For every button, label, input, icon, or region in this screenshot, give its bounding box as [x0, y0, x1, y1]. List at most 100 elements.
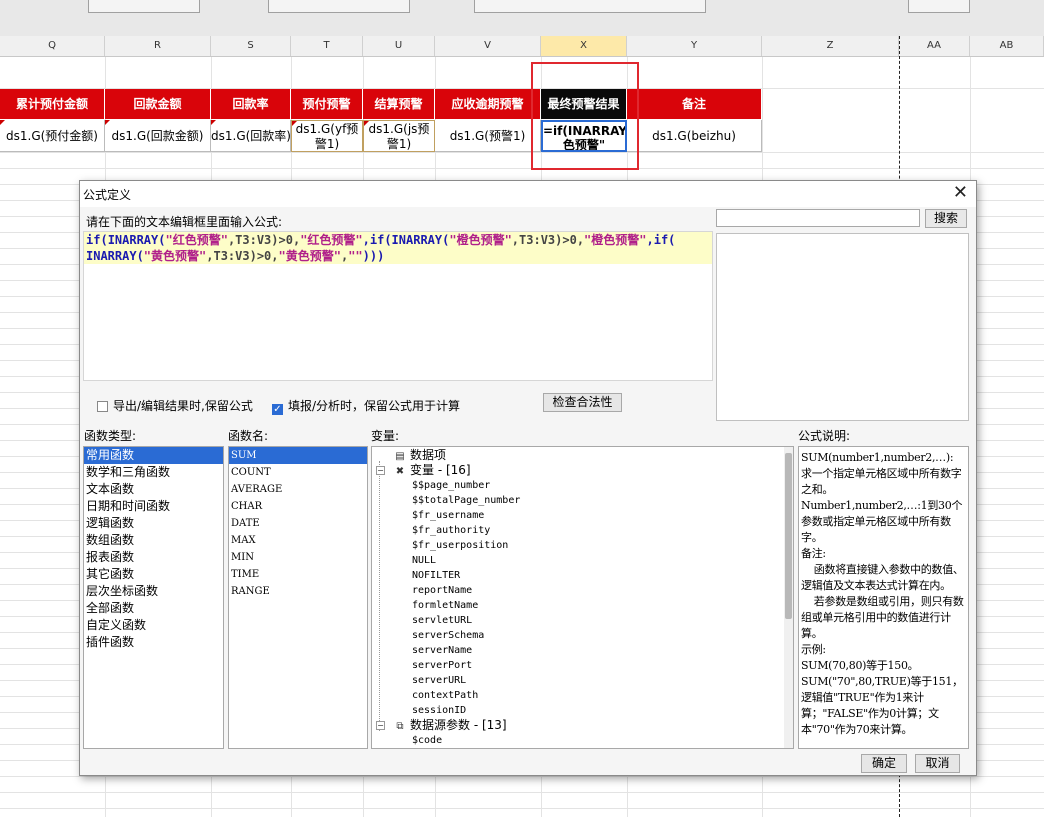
- dialog-title: 公式定义: [83, 188, 132, 202]
- cancel-button[interactable]: 取消: [915, 754, 960, 773]
- tree-item[interactable]: $code: [372, 733, 793, 748]
- formula-line: INARRAY("黄色预警",T3:V3)>0,"黄色预警",""))): [84, 248, 712, 264]
- list-item[interactable]: MIN: [229, 549, 367, 566]
- header-cell[interactable]: 应收逾期预警: [435, 89, 541, 119]
- func-name-list[interactable]: SUM COUNT AVERAGE CHAR DATE MAX MIN TIME…: [228, 446, 368, 749]
- ok-button[interactable]: 确定: [861, 754, 907, 773]
- tree-item[interactable]: servletURL: [372, 613, 793, 628]
- header-cell[interactable]: 累计预付金额: [0, 89, 105, 119]
- header-cell[interactable]: 回款金额: [105, 89, 211, 119]
- tree-item[interactable]: reportName: [372, 583, 793, 598]
- list-item[interactable]: 逻辑函数: [84, 515, 223, 532]
- header-cell[interactable]: 预付预警: [291, 89, 363, 119]
- search-results-panel[interactable]: [716, 233, 969, 421]
- list-item[interactable]: 全部函数: [84, 600, 223, 617]
- table-icon: ▤: [395, 451, 405, 462]
- parameter-icon: ⧉: [396, 721, 404, 732]
- tree-item[interactable]: serverPort: [372, 658, 793, 673]
- data-cell[interactable]: ds1.G(回款金额): [105, 120, 211, 152]
- list-item[interactable]: 层次坐标函数: [84, 583, 223, 600]
- column-header[interactable]: Q: [0, 36, 105, 56]
- fill-keep-formula-checkbox[interactable]: ✓ 填报/分析时，保留公式用于计算: [272, 397, 460, 415]
- func-name-label: 函数名:: [228, 429, 269, 443]
- tree-item[interactable]: $fr_username: [372, 508, 793, 523]
- tree-item[interactable]: serverName: [372, 643, 793, 658]
- tree-item[interactable]: NOFILTER: [372, 568, 793, 583]
- collapse-icon[interactable]: −: [376, 721, 385, 730]
- collapse-icon[interactable]: −: [376, 466, 385, 475]
- data-cell[interactable]: ds1.G(预付金额): [0, 120, 105, 152]
- list-item[interactable]: TIME: [229, 566, 367, 583]
- tree-item[interactable]: sessionID: [372, 703, 793, 718]
- toolbar-control[interactable]: [474, 0, 706, 13]
- list-item[interactable]: 数组函数: [84, 532, 223, 549]
- search-button[interactable]: 搜索: [925, 209, 967, 228]
- tree-item[interactable]: serverSchema: [372, 628, 793, 643]
- tree-item[interactable]: NULL: [372, 553, 793, 568]
- list-item[interactable]: COUNT: [229, 464, 367, 481]
- toolbar: [0, 0, 1044, 37]
- data-cell[interactable]: ds1.G(回款率): [211, 120, 291, 152]
- tree-item[interactable]: contextPath: [372, 688, 793, 703]
- header-cell[interactable]: 回款率: [211, 89, 291, 119]
- column-header[interactable]: S: [211, 36, 291, 56]
- list-item[interactable]: 其它函数: [84, 566, 223, 583]
- validate-button[interactable]: 检查合法性: [543, 393, 622, 412]
- tree-item-data-item[interactable]: ▤ 数据项: [372, 448, 793, 463]
- tree-item[interactable]: $fr_authority: [372, 523, 793, 538]
- column-header[interactable]: R: [105, 36, 211, 56]
- variables-scrollbar[interactable]: [784, 447, 793, 748]
- list-item[interactable]: 数学和三角函数: [84, 464, 223, 481]
- scrollbar-thumb[interactable]: [785, 453, 792, 619]
- formula-editor[interactable]: if(INARRAY("红色预警",T3:V3)>0,"红色预警",if(INA…: [83, 231, 713, 381]
- tree-item[interactable]: $fr_userposition: [372, 538, 793, 553]
- tree-item[interactable]: formletName: [372, 598, 793, 613]
- data-cell[interactable]: ds1.G(js预警1): [363, 120, 435, 152]
- list-item[interactable]: 插件函数: [84, 634, 223, 651]
- toolbar-control[interactable]: [908, 0, 970, 13]
- list-item[interactable]: CHAR: [229, 498, 367, 515]
- list-item[interactable]: 常用函数: [84, 447, 223, 464]
- dialog-title-bar[interactable]: 公式定义 ✕: [80, 181, 976, 207]
- checkmark-icon[interactable]: ✓: [272, 404, 283, 415]
- column-header[interactable]: V: [435, 36, 541, 56]
- header-cell[interactable]: 备注: [627, 89, 762, 119]
- header-cell[interactable]: 结算预警: [363, 89, 435, 119]
- column-header[interactable]: Z: [762, 36, 899, 56]
- func-type-label: 函数类型:: [84, 429, 137, 443]
- list-item[interactable]: 自定义函数: [84, 617, 223, 634]
- column-header[interactable]: T: [291, 36, 363, 56]
- checkbox-icon[interactable]: [97, 401, 108, 412]
- list-item[interactable]: 文本函数: [84, 481, 223, 498]
- tree-item[interactable]: $$page_number: [372, 478, 793, 493]
- column-header[interactable]: U: [363, 36, 435, 56]
- tree-item[interactable]: serverURL: [372, 673, 793, 688]
- list-item[interactable]: 报表函数: [84, 549, 223, 566]
- column-header[interactable]: AA: [899, 36, 970, 56]
- variables-tree[interactable]: ▤ 数据项 − ✖ 变量 - [16] $$page_number $$totalPa…: [371, 446, 794, 749]
- tree-item[interactable]: $$totalPage_number: [372, 493, 793, 508]
- formula-dialog: 公式定义 ✕ 请在下面的文本编辑框里面输入公式: if(INARRAY("红色预…: [79, 180, 977, 776]
- list-item[interactable]: DATE: [229, 515, 367, 532]
- export-keep-formula-checkbox[interactable]: 导出/编辑结果时,保留公式: [97, 397, 253, 414]
- column-header-selected[interactable]: X: [541, 36, 627, 56]
- data-cell[interactable]: ds1.G(beizhu): [627, 120, 762, 152]
- func-type-list[interactable]: 常用函数 数学和三角函数 文本函数 日期和时间函数 逻辑函数 数组函数 报表函数…: [83, 446, 224, 749]
- tree-item-datasource-group[interactable]: − ⧉ 数据源参数 - [13]: [372, 718, 793, 733]
- list-item[interactable]: RANGE: [229, 583, 367, 600]
- data-cell[interactable]: ds1.G(yf预警1): [291, 120, 363, 152]
- list-item[interactable]: 日期和时间函数: [84, 498, 223, 515]
- column-header[interactable]: Y: [627, 36, 762, 56]
- column-header-row: Q R S T U V X Y Z AA AB: [0, 36, 1044, 57]
- close-icon[interactable]: ✕: [953, 183, 968, 203]
- search-input[interactable]: [716, 209, 920, 227]
- toolbar-control[interactable]: [88, 0, 200, 13]
- column-header[interactable]: AB: [970, 36, 1044, 56]
- list-item[interactable]: MAX: [229, 532, 367, 549]
- list-item[interactable]: SUM: [229, 447, 367, 464]
- description-panel: SUM(number1,number2,…): 求一个指定单元格区域中所有数字之…: [798, 446, 969, 749]
- list-item[interactable]: AVERAGE: [229, 481, 367, 498]
- toolbar-control[interactable]: [268, 0, 410, 13]
- tree-item-variable-group[interactable]: − ✖ 变量 - [16]: [372, 463, 793, 478]
- data-cell[interactable]: ds1.G(预警1): [435, 120, 541, 152]
